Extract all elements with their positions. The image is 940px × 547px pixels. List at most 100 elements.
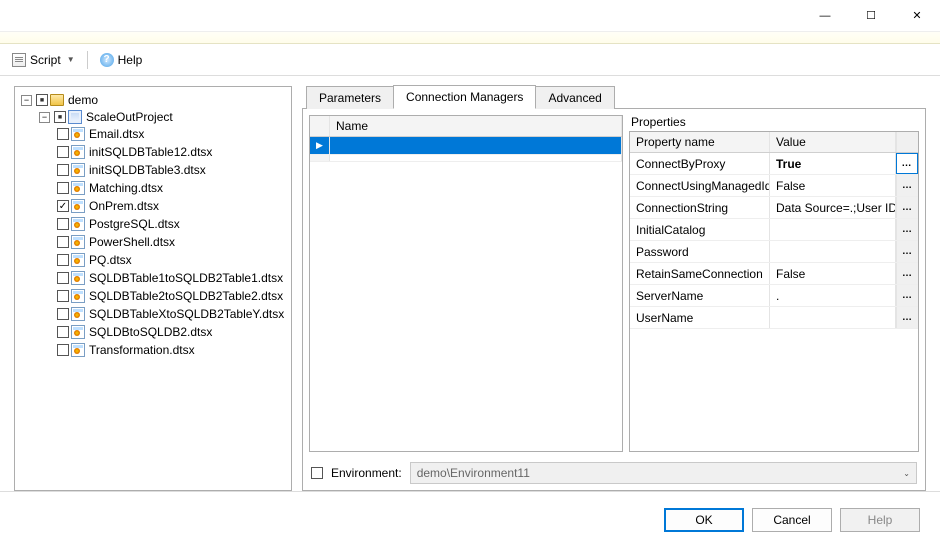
property-row[interactable]: ConnectUsingManagedIdentityFalse… — [630, 175, 918, 197]
package-checkbox[interactable] — [57, 290, 69, 302]
tree-package[interactable]: PowerShell.dtsx — [57, 234, 287, 250]
tree-package[interactable]: ✓OnPrem.dtsx — [57, 198, 287, 214]
package-label: SQLDBTableXtoSQLDB2TableY.dtsx — [87, 307, 286, 321]
property-row[interactable]: InitialCatalog… — [630, 219, 918, 241]
dialog-footer: OK Cancel Help — [0, 491, 940, 547]
property-row[interactable]: Password… — [630, 241, 918, 263]
column-header-value[interactable]: Value — [770, 132, 896, 152]
cancel-button[interactable]: Cancel — [752, 508, 832, 532]
tree-package[interactable]: SQLDBTable1toSQLDB2Table1.dtsx — [57, 270, 287, 286]
connection-name-cell — [330, 137, 622, 154]
connection-managers-grid[interactable]: Name ▶ — [309, 115, 623, 452]
tab-connection-managers[interactable]: Connection Managers — [393, 85, 536, 109]
tree-package[interactable]: SQLDBtoSQLDB2.dtsx — [57, 324, 287, 340]
property-ellipsis-button[interactable]: … — [896, 285, 918, 306]
maximize-button[interactable]: ☐ — [848, 0, 894, 32]
property-row[interactable]: ConnectionStringData Source=.;User ID=..… — [630, 197, 918, 219]
package-label: SQLDBTable2toSQLDB2Table2.dtsx — [87, 289, 285, 303]
environment-checkbox[interactable] — [311, 467, 323, 479]
script-label: Script — [30, 53, 61, 67]
package-checkbox[interactable] — [57, 344, 69, 356]
package-icon — [71, 145, 85, 159]
package-checkbox[interactable]: ✓ — [57, 200, 69, 212]
ok-button[interactable]: OK — [664, 508, 744, 532]
property-ellipsis-button[interactable]: … — [896, 197, 918, 218]
property-ellipsis-button[interactable]: … — [896, 153, 918, 174]
package-label: initSQLDBTable12.dtsx — [87, 145, 214, 159]
property-value-cell[interactable]: True — [770, 153, 896, 174]
package-checkbox[interactable] — [57, 128, 69, 140]
chevron-down-icon: ▼ — [67, 55, 75, 64]
property-ellipsis-button[interactable]: … — [896, 175, 918, 196]
right-pane: Parameters Connection Managers Advanced … — [302, 86, 926, 491]
tree-package[interactable]: Email.dtsx — [57, 126, 287, 142]
tree-project[interactable]: − ScaleOutProject — [39, 109, 287, 125]
property-value-cell[interactable] — [770, 241, 896, 262]
package-icon — [71, 181, 85, 195]
property-row[interactable]: RetainSameConnectionFalse… — [630, 263, 918, 285]
property-name-cell: RetainSameConnection — [630, 263, 770, 284]
tree-root[interactable]: − demo — [21, 92, 287, 108]
tri-state-checkbox[interactable] — [36, 94, 48, 106]
help-button-footer[interactable]: Help — [840, 508, 920, 532]
tree-package[interactable]: Matching.dtsx — [57, 180, 287, 196]
tree-package[interactable]: PQ.dtsx — [57, 252, 287, 268]
tree-package[interactable]: initSQLDBTable12.dtsx — [57, 144, 287, 160]
property-value-cell[interactable]: . — [770, 285, 896, 306]
property-value-cell[interactable] — [770, 219, 896, 240]
tree-package[interactable]: Transformation.dtsx — [57, 342, 287, 358]
property-row[interactable]: UserName… — [630, 307, 918, 329]
package-label: PQ.dtsx — [87, 253, 134, 267]
package-checkbox[interactable] — [57, 308, 69, 320]
tab-advanced[interactable]: Advanced — [535, 86, 614, 109]
script-dropdown[interactable]: Script ▼ — [8, 51, 79, 69]
tree-package[interactable]: initSQLDBTable3.dtsx — [57, 162, 287, 178]
package-checkbox[interactable] — [57, 218, 69, 230]
package-checkbox[interactable] — [57, 236, 69, 248]
tri-state-checkbox[interactable] — [54, 111, 66, 123]
minimize-icon: — — [820, 10, 831, 22]
tree-package[interactable]: PostgreSQL.dtsx — [57, 216, 287, 232]
chevron-down-icon: ⌄ — [903, 469, 910, 478]
package-label: SQLDBTable1toSQLDB2Table1.dtsx — [87, 271, 285, 285]
property-value-cell[interactable]: False — [770, 263, 896, 284]
package-checkbox[interactable] — [57, 272, 69, 284]
connection-row[interactable] — [310, 155, 622, 162]
ellipsis-icon: … — [902, 312, 913, 323]
ellipsis-icon: … — [902, 158, 913, 169]
property-row[interactable]: ConnectByProxyTrue… — [630, 153, 918, 175]
package-checkbox[interactable] — [57, 146, 69, 158]
close-button[interactable]: ✕ — [894, 0, 940, 32]
package-tree[interactable]: − demo − ScaleOutProject Email.dtsx initS… — [14, 86, 292, 491]
package-icon — [71, 199, 85, 213]
tree-project-label: ScaleOutProject — [84, 110, 175, 124]
environment-combo[interactable]: demo\Environment11 ⌄ — [410, 462, 917, 484]
column-header-property-name[interactable]: Property name — [630, 132, 770, 152]
property-row[interactable]: ServerName.… — [630, 285, 918, 307]
properties-pane: Properties Property name Value ConnectBy… — [629, 115, 919, 452]
property-ellipsis-button[interactable]: … — [896, 263, 918, 284]
package-checkbox[interactable] — [57, 182, 69, 194]
package-checkbox[interactable] — [57, 164, 69, 176]
tree-package[interactable]: SQLDBTable2toSQLDB2Table2.dtsx — [57, 288, 287, 304]
property-ellipsis-button[interactable]: … — [896, 307, 918, 328]
collapse-icon[interactable]: − — [21, 95, 32, 106]
property-name-cell: ServerName — [630, 285, 770, 306]
property-value-cell[interactable] — [770, 307, 896, 328]
connection-row[interactable]: ▶ — [310, 137, 622, 155]
environment-value: demo\Environment11 — [417, 466, 530, 480]
help-button[interactable]: ? Help — [96, 51, 147, 69]
column-header-action — [896, 132, 918, 152]
property-value-cell[interactable]: Data Source=.;User ID=... — [770, 197, 896, 218]
minimize-button[interactable]: — — [802, 0, 848, 32]
project-icon — [68, 110, 82, 124]
property-ellipsis-button[interactable]: … — [896, 219, 918, 240]
column-header-name[interactable]: Name — [330, 116, 622, 136]
property-ellipsis-button[interactable]: … — [896, 241, 918, 262]
property-value-cell[interactable]: False — [770, 175, 896, 196]
collapse-icon[interactable]: − — [39, 112, 50, 123]
tree-package[interactable]: SQLDBTableXtoSQLDB2TableY.dtsx — [57, 306, 287, 322]
tab-parameters[interactable]: Parameters — [306, 86, 394, 109]
package-checkbox[interactable] — [57, 326, 69, 338]
package-checkbox[interactable] — [57, 254, 69, 266]
